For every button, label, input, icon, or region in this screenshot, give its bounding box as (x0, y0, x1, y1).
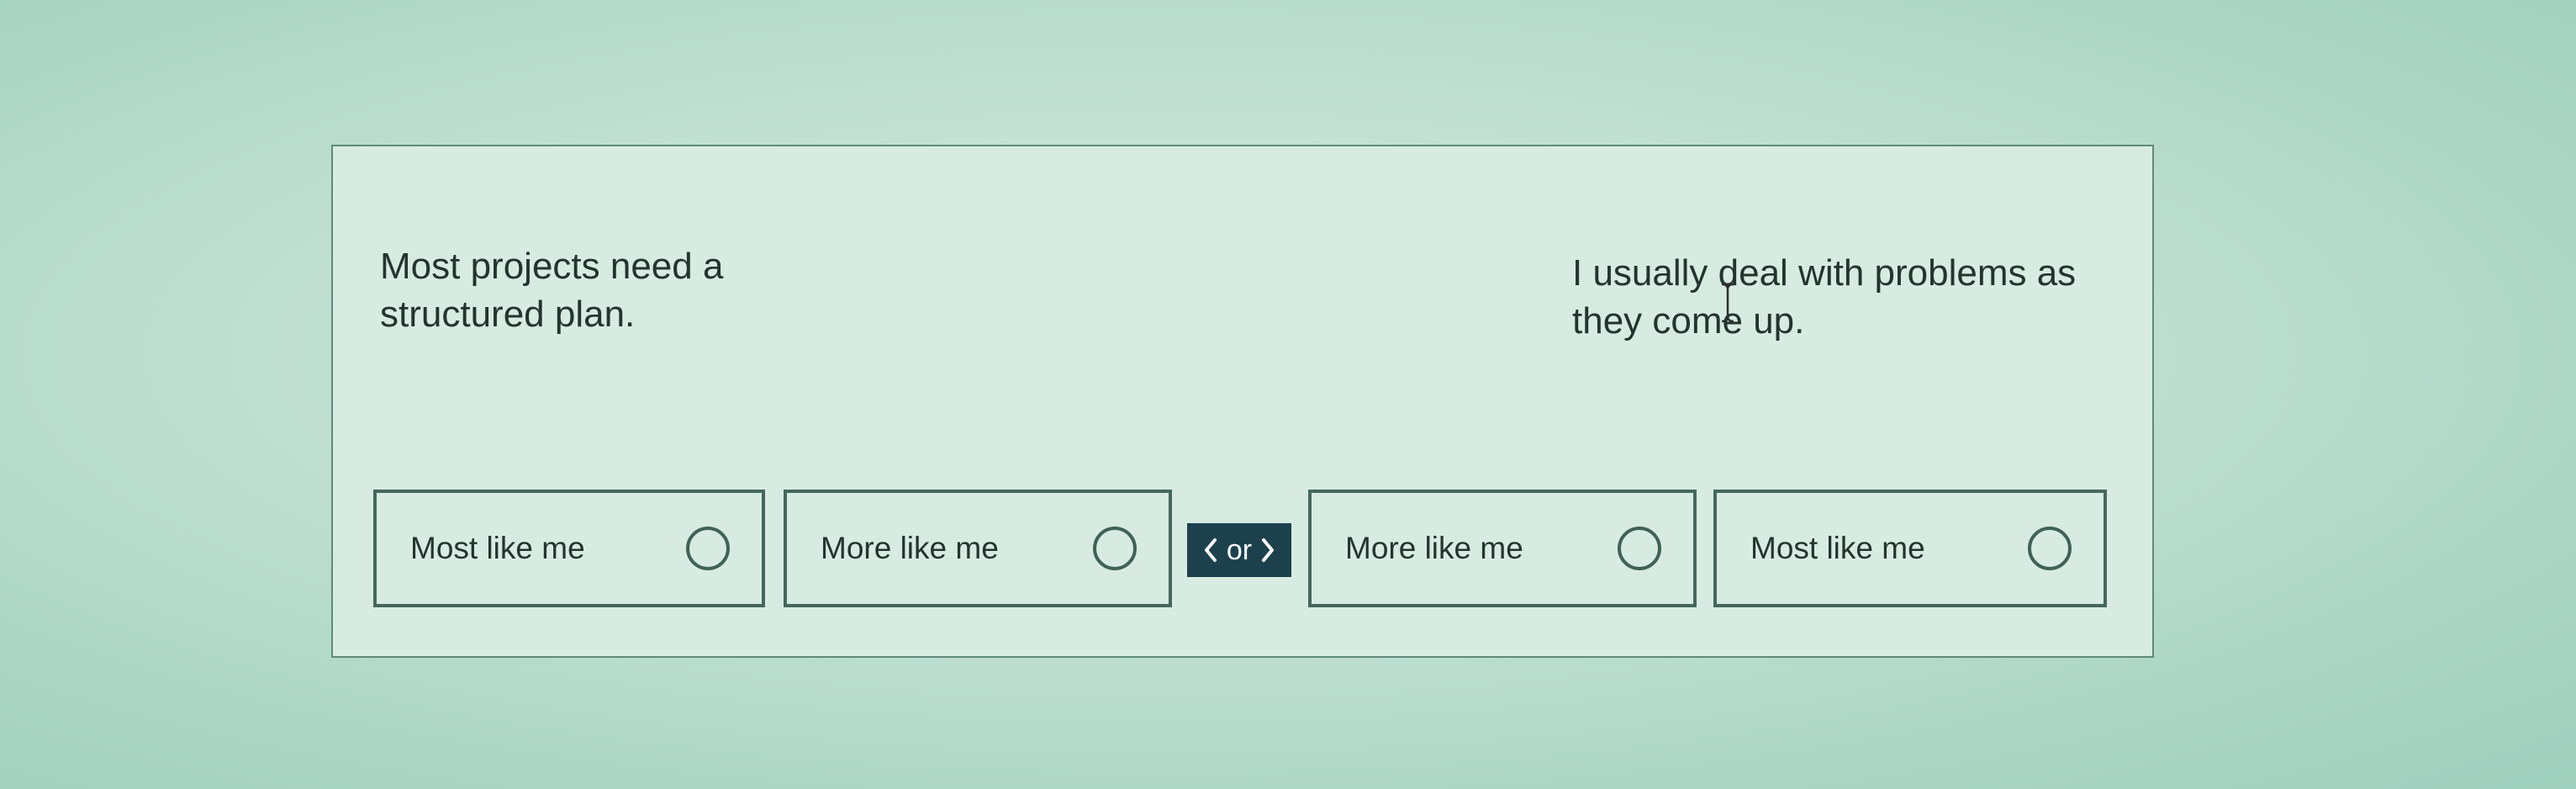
text-cursor-icon (1721, 283, 1734, 323)
or-separator: or (1187, 523, 1291, 577)
or-label: or (1226, 533, 1253, 566)
option-right-more-like-me[interactable]: More like me (1308, 490, 1697, 607)
option-left-more-like-me[interactable]: More like me (784, 490, 1172, 607)
radio-button[interactable] (686, 527, 730, 570)
option-label: Most like me (410, 531, 585, 565)
radio-button[interactable] (1093, 527, 1137, 570)
chevron-right-icon (1262, 538, 1275, 562)
statement-right: I usually deal with problems as they com… (1572, 252, 2077, 342)
radio-button[interactable] (1618, 527, 1661, 570)
chevron-left-icon (1204, 538, 1217, 562)
option-label: More like me (1345, 531, 1523, 565)
question-card: Most projects need a structured plan. I … (331, 145, 2154, 658)
option-right-most-like-me[interactable]: Most like me (1713, 490, 2107, 607)
option-label: More like me (821, 531, 999, 565)
radio-button[interactable] (2028, 527, 2072, 570)
statement-left: Most projects need a structured plan. (380, 246, 724, 335)
option-label: Most like me (1750, 531, 1925, 565)
option-left-most-like-me[interactable]: Most like me (373, 490, 765, 607)
